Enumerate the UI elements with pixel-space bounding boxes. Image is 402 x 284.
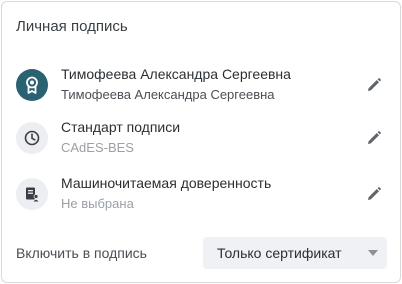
personal-signature-panel: Личная подпись Тимофеева Александра Серг… [1, 1, 401, 283]
include-in-signature-select[interactable]: Только сертификат [203, 237, 387, 269]
signature-standard-label: Стандарт подписи [61, 119, 181, 135]
chevron-down-icon [368, 250, 378, 256]
pencil-icon [368, 131, 381, 144]
power-of-attorney-value: Не выбрана [61, 196, 134, 211]
edit-certificate-button[interactable] [364, 75, 384, 95]
certificate-row: Тимофеева Александра Сергеевна Тимофеева… [16, 65, 386, 105]
signature-standard-text: Стандарт подписи CAdES-BES [61, 118, 361, 157]
certificate-subject: Тимофеева Александра Сергеевна [61, 87, 275, 102]
certificate-owner-name: Тимофеева Александра Сергеевна [61, 66, 291, 82]
include-in-signature-value: Только сертификат [217, 245, 342, 261]
pencil-icon [368, 187, 381, 200]
edit-power-of-attorney-button[interactable] [364, 184, 384, 204]
power-of-attorney-text: Машиночитаемая доверенность Не выбрана [61, 174, 361, 213]
signature-standard-value: CAdES-BES [61, 140, 134, 155]
power-of-attorney-icon [16, 178, 48, 210]
power-of-attorney-label: Машиночитаемая доверенность [61, 175, 272, 191]
panel-title: Личная подпись [16, 18, 128, 35]
certificate-badge-icon [16, 69, 48, 101]
clock-icon [16, 122, 48, 154]
include-in-signature-label: Включить в подпись [16, 245, 147, 261]
power-of-attorney-row: Машиночитаемая доверенность Не выбрана [16, 174, 386, 214]
edit-signature-standard-button[interactable] [364, 128, 384, 148]
pencil-icon [368, 78, 381, 91]
signature-standard-row: Стандарт подписи CAdES-BES [16, 118, 386, 158]
certificate-text: Тимофеева Александра Сергеевна Тимофеева… [61, 65, 361, 104]
